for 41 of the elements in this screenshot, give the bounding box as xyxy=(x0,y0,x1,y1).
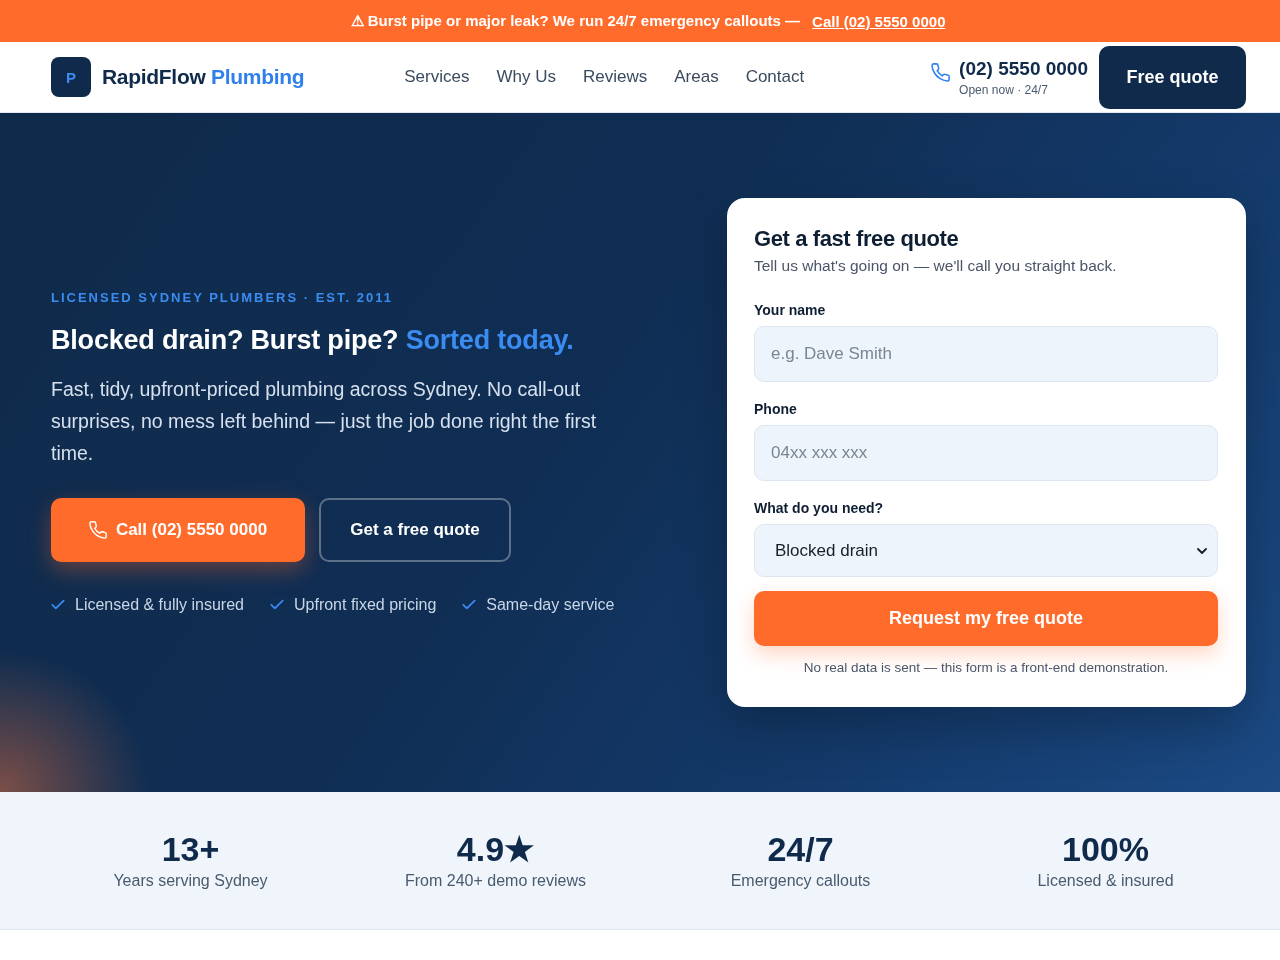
stat-label: Emergency callouts xyxy=(730,871,871,891)
stat-label: From 240+ demo reviews xyxy=(405,871,586,891)
input-field[interactable]: 04xx xxx xxx xyxy=(754,425,1218,481)
stat-value: 13+ xyxy=(161,829,220,869)
field-label: Phone xyxy=(754,400,798,418)
feature-text: Upfront fixed pricing xyxy=(294,594,437,615)
brand-name[interactable]: RapidFlow Plumbing xyxy=(102,65,305,89)
nav-link[interactable]: Areas xyxy=(674,67,719,87)
hours-text: Open now · 24/7 xyxy=(959,83,1049,97)
logo-mark[interactable]: P xyxy=(51,57,91,97)
alert-text: ⚠ Burst pipe or major leak? We run 24/7 emergency callouts — xyxy=(350,12,801,30)
quote-button[interactable]: Get a free quote xyxy=(319,497,511,562)
check-icon xyxy=(51,599,65,610)
nav-link[interactable]: Reviews xyxy=(582,67,648,87)
form-note: No real data is sent — this form is a front-end demonstration. xyxy=(802,659,1170,677)
stat-value: 4.9★ xyxy=(456,829,535,869)
stat-value: 24/7 xyxy=(767,829,834,869)
nav-link[interactable]: Services xyxy=(404,67,470,87)
nav-link[interactable]: Why Us xyxy=(496,67,556,87)
form-title: Get a fast free quote xyxy=(754,225,960,253)
stat-label: Licensed & insured xyxy=(1037,871,1174,891)
field-label: What do you need? xyxy=(754,499,885,517)
field-label: Your name xyxy=(754,301,827,319)
phone-icon xyxy=(931,63,951,82)
feature-text: Same-day service xyxy=(486,594,615,615)
phone-icon xyxy=(88,520,107,539)
input-field[interactable]: e.g. Dave Smith xyxy=(754,326,1218,382)
feature-text: Licensed & fully insured xyxy=(75,594,244,615)
phone-number-link[interactable]: (02) 5550 0000 xyxy=(959,57,1088,81)
free-quote-button[interactable]: Free quote xyxy=(1099,45,1246,109)
nav-link[interactable]: Contact xyxy=(745,67,805,87)
hero-headline: Blocked drain? Burst pipe? Sorted today. xyxy=(51,323,575,357)
stat-label: Years serving Sydney xyxy=(113,871,268,891)
service-select[interactable]: Blocked drain xyxy=(754,524,1218,577)
chevron-down-icon xyxy=(1197,547,1207,554)
check-icon xyxy=(462,599,477,610)
form-subtitle: Tell us what's going on — we'll call you straight back. xyxy=(754,256,1118,276)
hero-description: Fast, tidy, upfront-priced plumbing across Sydney. No call-out surprises, no mess left behind — just the job done right the first time. xyxy=(51,376,598,466)
stat-value: 100% xyxy=(1062,829,1149,869)
check-icon xyxy=(270,599,284,610)
eyebrow-text: LICENSED SYDNEY PLUMBERS · EST. 2011 xyxy=(51,289,394,306)
